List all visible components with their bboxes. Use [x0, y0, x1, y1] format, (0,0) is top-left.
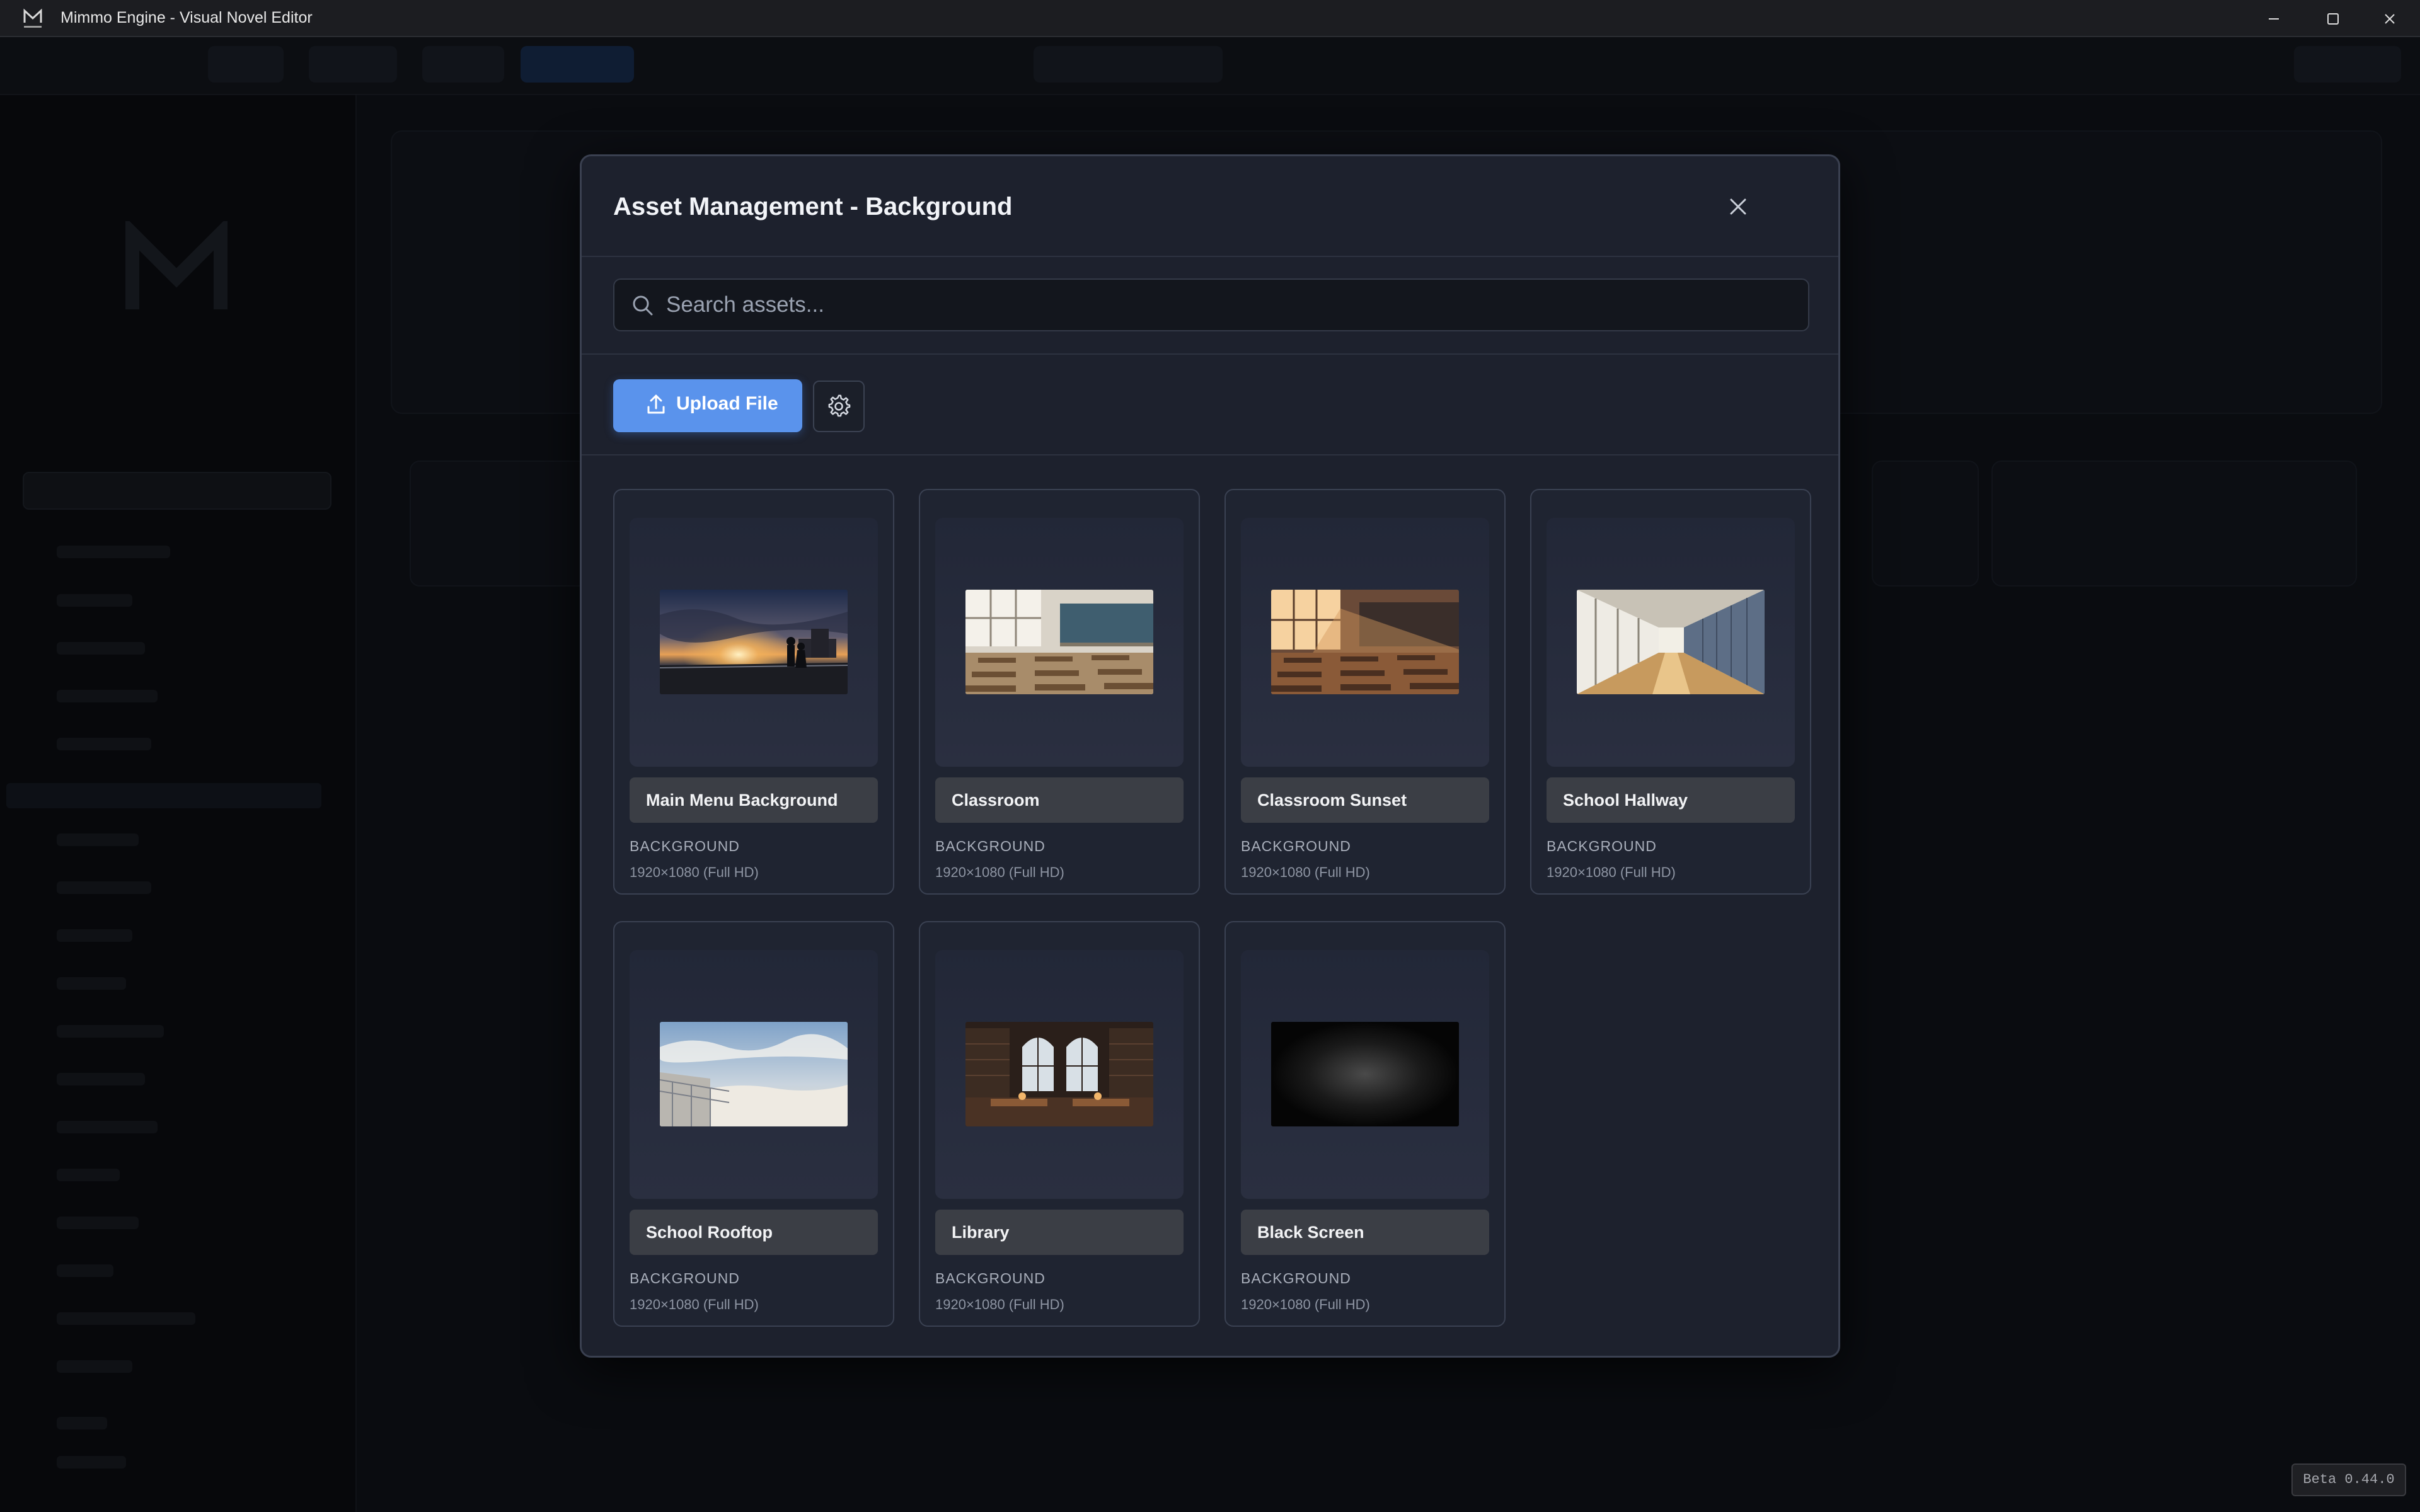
search-icon [633, 295, 653, 316]
asset-preview [1241, 518, 1489, 767]
sidebar-item [57, 1360, 132, 1373]
window-close-icon[interactable] [2377, 6, 2402, 32]
editor-toolbar [0, 37, 2420, 95]
sidebar-item [57, 1417, 107, 1429]
close-icon[interactable] [1724, 193, 1752, 220]
asset-resolution: 1920×1080 (Full HD) [935, 1297, 1064, 1312]
asset-preview [1547, 518, 1795, 767]
toolbar-item [2294, 46, 2401, 83]
sidebar-item [57, 1073, 145, 1085]
editor-sidebar [0, 95, 357, 1512]
sidebar-item [57, 1264, 113, 1277]
asset-management-modal: Asset Management - Background Upload Fil… [580, 154, 1840, 1358]
asset-resolution: 1920×1080 (Full HD) [630, 1297, 759, 1312]
asset-thumbnail [1271, 1022, 1459, 1126]
project-selector [23, 472, 331, 510]
asset-type: BACKGROUND [935, 838, 1046, 854]
search-input[interactable] [666, 280, 1788, 330]
sidebar-item [57, 738, 151, 750]
asset-thumbnail [1577, 590, 1765, 694]
window-title: Mimmo Engine - Visual Novel Editor [60, 9, 313, 26]
sidebar-item [57, 546, 170, 558]
sidebar-item [57, 1312, 195, 1325]
asset-thumbnail [965, 590, 1153, 694]
search-box[interactable] [613, 278, 1809, 331]
asset-resolution: 1920×1080 (Full HD) [630, 864, 759, 880]
asset-resolution: 1920×1080 (Full HD) [1547, 864, 1676, 880]
asset-preview [630, 950, 878, 1199]
asset-type: BACKGROUND [1241, 838, 1351, 854]
window-titlebar: Mimmo Engine - Visual Novel Editor [0, 0, 2420, 37]
mimmo-logo-icon [125, 221, 228, 309]
sidebar-item [57, 881, 151, 894]
asset-thumbnail [965, 1022, 1153, 1126]
asset-type: BACKGROUND [630, 1270, 740, 1286]
asset-preview [935, 950, 1184, 1199]
asset-thumbnail [660, 590, 848, 694]
asset-name: Main Menu Background [630, 777, 878, 823]
asset-name: Classroom [935, 777, 1184, 823]
sidebar-item-active [6, 783, 321, 808]
stat-card [1872, 461, 1979, 587]
asset-grid: Main Menu Background BACKGROUND 1920×108… [613, 489, 1811, 1327]
sidebar-item [57, 1121, 158, 1133]
asset-card[interactable]: School Hallway BACKGROUND 1920×1080 (Ful… [1530, 489, 1811, 895]
sidebar-item [57, 929, 132, 942]
asset-type: BACKGROUND [1547, 838, 1657, 854]
asset-preview [630, 518, 878, 767]
version-badge: Beta 0.44.0 [2291, 1463, 2406, 1496]
asset-name: Black Screen [1241, 1210, 1489, 1255]
minimize-icon[interactable] [2261, 6, 2286, 32]
asset-type: BACKGROUND [630, 838, 740, 854]
toolbar-item [1034, 46, 1223, 83]
sidebar-item [57, 1025, 164, 1038]
sidebar-item [57, 1456, 126, 1469]
sidebar-item [57, 1169, 120, 1181]
sidebar-item [57, 977, 126, 990]
asset-preview [1241, 950, 1489, 1199]
asset-card[interactable]: Black Screen BACKGROUND 1920×1080 (Full … [1224, 921, 1506, 1327]
sidebar-item [57, 642, 145, 655]
asset-thumbnail [660, 1022, 848, 1126]
asset-preview [935, 518, 1184, 767]
sidebar-item [57, 1217, 139, 1229]
asset-name: Library [935, 1210, 1184, 1255]
toolbar-item-active [521, 46, 634, 83]
asset-card[interactable]: Main Menu Background BACKGROUND 1920×108… [613, 489, 894, 895]
asset-card[interactable]: School Rooftop BACKGROUND 1920×1080 (Ful… [613, 921, 894, 1327]
modal-header: Asset Management - Background [582, 156, 1838, 257]
sidebar-item [57, 833, 139, 846]
asset-resolution: 1920×1080 (Full HD) [1241, 1297, 1370, 1312]
asset-card[interactable]: Classroom Sunset BACKGROUND 1920×1080 (F… [1224, 489, 1506, 895]
asset-thumbnail [1271, 590, 1459, 694]
asset-type: BACKGROUND [935, 1270, 1046, 1286]
upload-icon [647, 394, 665, 414]
stat-card [1991, 461, 2357, 587]
modal-title: Asset Management - Background [613, 193, 1013, 220]
asset-card[interactable]: Library BACKGROUND 1920×1080 (Full HD) [919, 921, 1200, 1327]
sidebar-item [57, 690, 158, 702]
asset-card[interactable]: Classroom BACKGROUND 1920×1080 (Full HD) [919, 489, 1200, 895]
maximize-icon[interactable] [2320, 6, 2346, 32]
stat-card [410, 461, 599, 587]
settings-button[interactable] [813, 381, 865, 432]
gear-icon [828, 394, 851, 417]
toolbar-item [422, 46, 504, 83]
asset-type: BACKGROUND [1241, 1270, 1351, 1286]
sidebar-item [57, 594, 132, 607]
upload-file-button[interactable]: Upload File [613, 379, 802, 432]
asset-resolution: 1920×1080 (Full HD) [1241, 864, 1370, 880]
toolbar-item [208, 46, 284, 83]
asset-name: School Hallway [1547, 777, 1795, 823]
upload-file-label: Upload File [676, 393, 778, 414]
mimmo-logo-icon [23, 8, 42, 28]
asset-name: Classroom Sunset [1241, 777, 1489, 823]
asset-name: School Rooftop [630, 1210, 878, 1255]
asset-resolution: 1920×1080 (Full HD) [935, 864, 1064, 880]
toolbar-item [309, 46, 397, 83]
